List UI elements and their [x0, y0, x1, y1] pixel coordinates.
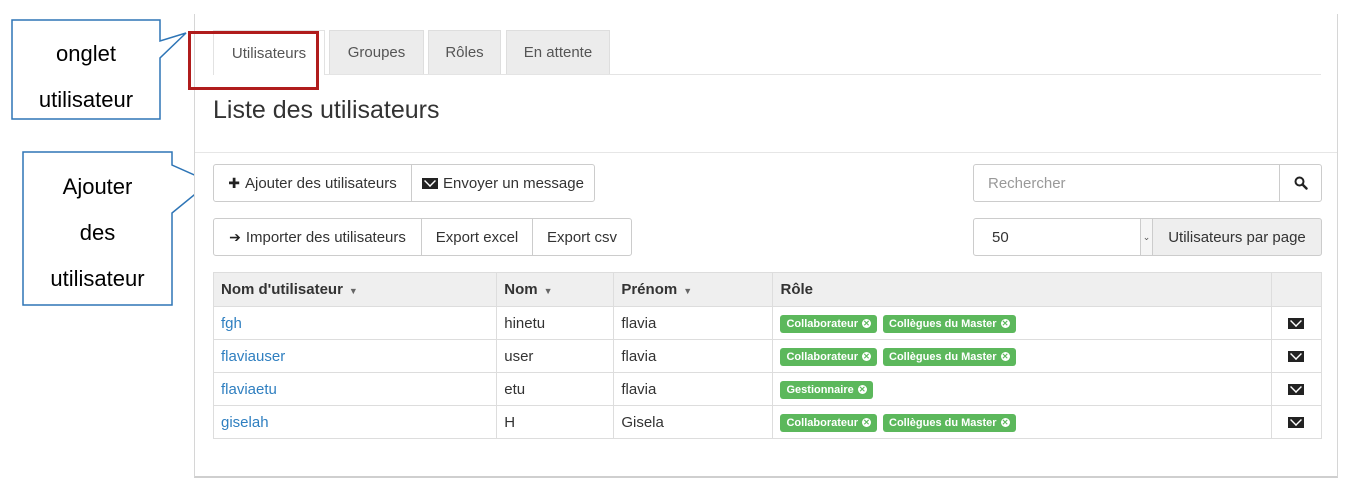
cell-prenom: flavia: [613, 339, 774, 373]
role-badge-label: Collaborateur: [786, 416, 858, 429]
column-header-prenom[interactable]: Prénom ▼: [613, 272, 774, 307]
role-badge: Collaborateur ✕: [780, 413, 877, 432]
envelope-icon[interactable]: [1288, 318, 1305, 330]
envelope-icon[interactable]: [1288, 384, 1305, 396]
cell-nom: etu: [496, 372, 615, 406]
role-badge: Collègues du Master ✕: [883, 314, 1016, 333]
tab-callout-line-2: utilisateur: [38, 87, 134, 112]
add-callout-line-3: utilisateur: [50, 266, 145, 291]
role-badge-label: Gestionnaire: [786, 383, 854, 396]
table-row: fgh hinetu flavia Collaborateur ✕ Collègue…: [212, 306, 1323, 340]
role-badge-label: Collègues du Master: [889, 317, 997, 330]
sort-caret-icon: ▼: [348, 286, 358, 296]
search-input[interactable]: Rechercher: [973, 164, 1280, 202]
add-callout: Ajouter des utilisateur: [23, 164, 172, 302]
tab-bar: Utilisateurs Groupes Rôles En attente: [213, 30, 1321, 75]
role-badge: Collègues du Master ✕: [883, 347, 1016, 366]
remove-role-icon[interactable]: ✕: [1000, 319, 1010, 328]
column-header-username-label: Nom d'utilisateur: [221, 281, 343, 298]
cell-nom: hinetu: [496, 306, 615, 340]
tab-groupes[interactable]: Groupes: [329, 30, 424, 74]
sort-caret-icon: ▼: [683, 286, 693, 296]
search-button[interactable]: [1279, 164, 1322, 202]
envelope-icon[interactable]: [1288, 351, 1305, 363]
page-title: Liste des utilisateurs: [213, 96, 440, 124]
role-badge: Collègues du Master ✕: [883, 413, 1016, 432]
sign-in-icon: ➔: [229, 228, 241, 245]
cell-prenom: flavia: [613, 372, 774, 406]
cell-roles: Collaborateur ✕ Collègues du Master ✕: [772, 339, 1272, 373]
role-badge-label: Collaborateur: [786, 350, 858, 363]
divider: [195, 152, 1337, 153]
cell-roles: Collaborateur ✕ Collègues du Master ✕: [772, 306, 1272, 340]
cell-message: [1270, 306, 1323, 340]
remove-role-icon[interactable]: ✕: [1000, 418, 1010, 427]
users-table: Nom d'utilisateur ▼ Nom ▼ Prénom ▼ Rôle fgh…: [212, 272, 1323, 439]
remove-role-icon[interactable]: ✕: [1000, 352, 1010, 361]
table-row: flaviaetu etu flavia Gestionnaire ✕: [212, 372, 1323, 406]
users-panel: Utilisateurs Groupes Rôles En attente Li…: [194, 14, 1338, 478]
import-users-button[interactable]: ➔ Importer des utilisateurs: [213, 218, 422, 256]
cell-message: [1270, 339, 1323, 373]
role-badge-label: Collègues du Master: [889, 350, 997, 363]
remove-role-icon[interactable]: ✕: [862, 418, 871, 427]
cell-prenom: flavia: [613, 306, 774, 340]
import-users-label: Importer des utilisateurs: [245, 228, 406, 246]
tab-en-attente[interactable]: En attente: [506, 30, 610, 74]
table-row: flaviauser user flavia Collaborateur ✕ Col…: [212, 339, 1323, 373]
per-page-label: Utilisateurs par page: [1153, 218, 1322, 256]
export-csv-button[interactable]: Export csv: [532, 218, 632, 256]
chevron-down-icon: ⌄: [1140, 219, 1152, 255]
cell-nom: user: [496, 339, 615, 373]
cell-roles: Gestionnaire ✕: [772, 372, 1272, 406]
per-page-value: 50: [992, 228, 1009, 246]
tab-callout-line-1: onglet: [56, 41, 116, 66]
sort-caret-icon: ▼: [543, 286, 553, 296]
remove-role-icon[interactable]: ✕: [857, 385, 867, 394]
role-badge-label: Collaborateur: [786, 317, 858, 330]
cell-message: [1270, 372, 1323, 406]
table-header-row: Nom d'utilisateur ▼ Nom ▼ Prénom ▼ Rôle: [212, 272, 1323, 307]
envelope-icon[interactable]: [1288, 417, 1305, 429]
username-link[interactable]: flaviaetu: [221, 381, 277, 398]
add-callout-line-1: Ajouter: [62, 174, 133, 199]
role-badge: Collaborateur ✕: [780, 347, 877, 366]
tab-roles[interactable]: Rôles: [428, 30, 501, 74]
role-badge: Collaborateur ✕: [780, 314, 877, 333]
add-callout-line-2: des: [79, 220, 116, 245]
column-header-prenom-label: Prénom: [621, 281, 678, 298]
username-link[interactable]: giselah: [221, 414, 269, 431]
column-header-nom[interactable]: Nom ▼: [496, 272, 615, 307]
tab-callout: onglet utilisateur: [12, 31, 160, 123]
cell-nom: H: [496, 405, 615, 439]
tab-highlight-box: [188, 31, 319, 90]
table-row: giselah H Gisela Collaborateur ✕ Collègues…: [212, 405, 1323, 439]
send-message-button[interactable]: Envoyer un message: [411, 164, 595, 202]
remove-role-icon[interactable]: ✕: [862, 319, 871, 328]
search-icon: [1294, 176, 1308, 190]
send-message-label: Envoyer un message: [443, 174, 584, 192]
cell-message: [1270, 405, 1323, 439]
per-page-select[interactable]: 50 ⌄: [973, 218, 1153, 256]
cell-prenom: Gisela: [613, 405, 774, 439]
envelope-icon: [422, 177, 439, 189]
role-badge-label: Collègues du Master: [889, 416, 997, 429]
column-header-nom-label: Nom: [504, 281, 538, 298]
role-badge: Gestionnaire ✕: [780, 380, 873, 399]
username-link[interactable]: flaviauser: [221, 348, 285, 365]
column-header-username[interactable]: Nom d'utilisateur ▼: [212, 272, 498, 307]
add-users-label: Ajouter des utilisateurs: [244, 174, 397, 192]
export-excel-button[interactable]: Export excel: [421, 218, 533, 256]
cell-roles: Collaborateur ✕ Collègues du Master ✕: [772, 405, 1272, 439]
username-link[interactable]: fgh: [221, 315, 242, 332]
column-header-role: Rôle: [772, 272, 1272, 307]
add-users-button[interactable]: ✚ Ajouter des utilisateurs: [213, 164, 412, 202]
remove-role-icon[interactable]: ✕: [862, 352, 871, 361]
plus-icon: ✚: [228, 174, 240, 191]
column-header-actions: [1270, 272, 1323, 307]
